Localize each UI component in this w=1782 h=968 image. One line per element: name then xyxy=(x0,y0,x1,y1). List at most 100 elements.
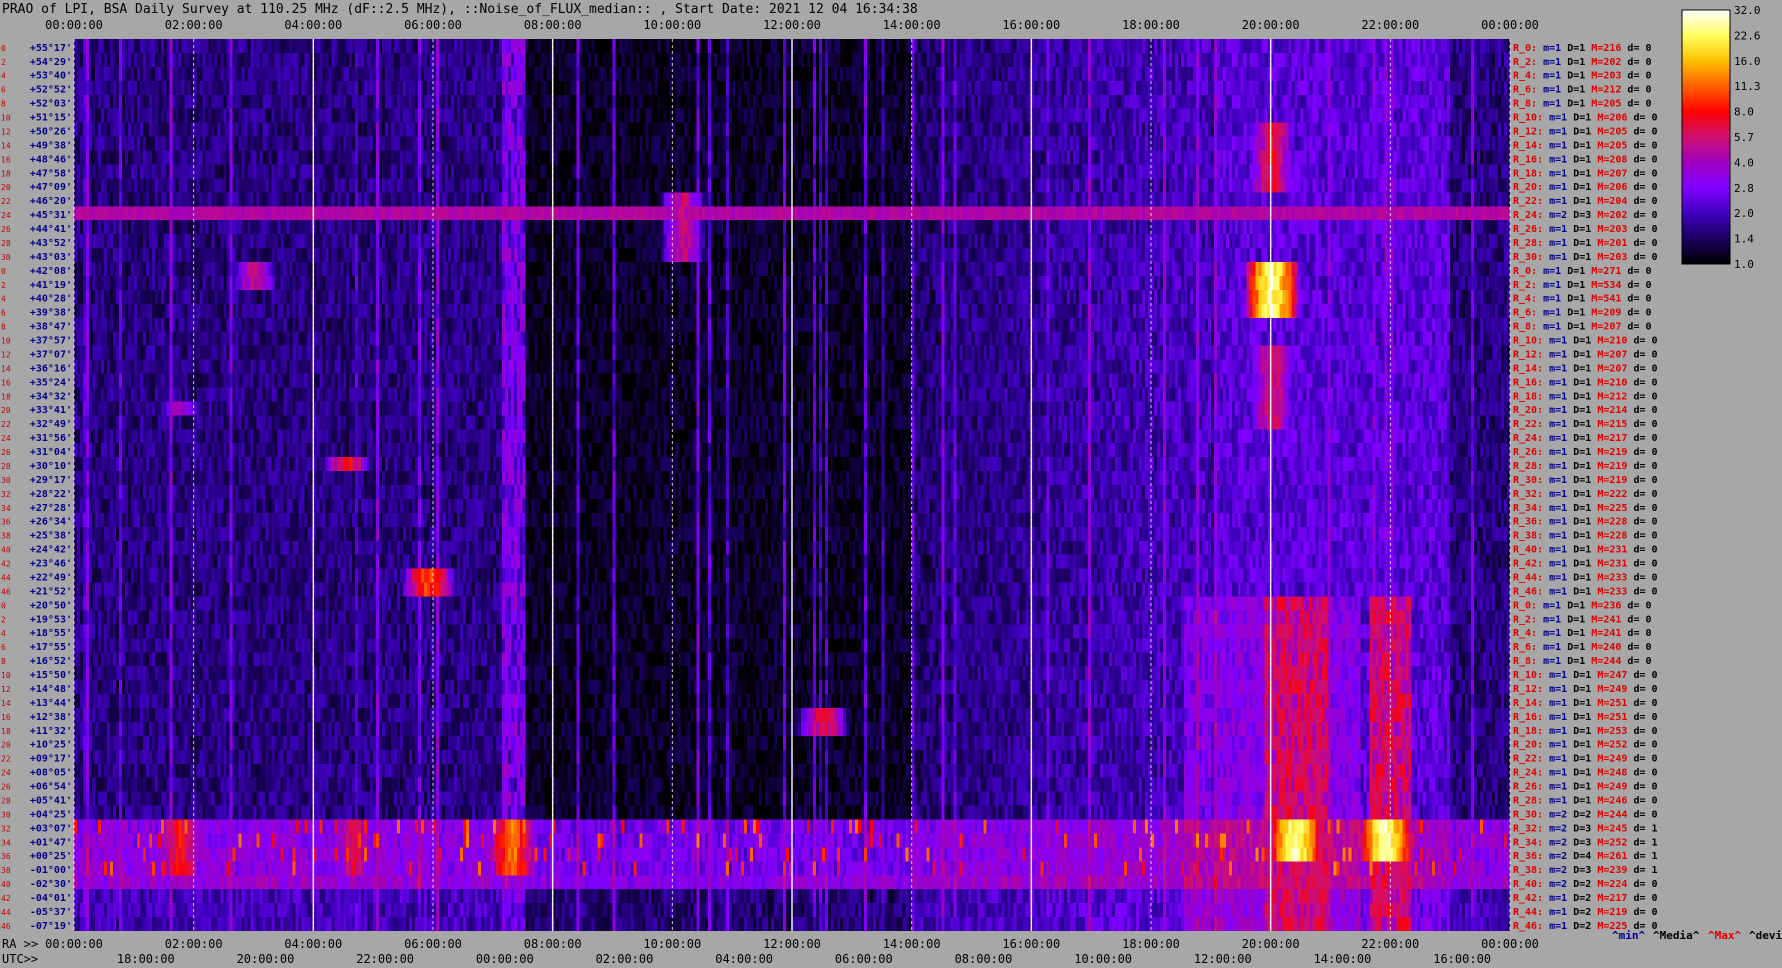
row-index-label: 12 xyxy=(1,350,11,359)
utc-tick-label: 02:00:00 xyxy=(596,952,654,966)
row-stat: R_4: m=1 D=1 M=541 d= 0 xyxy=(1513,294,1652,305)
ra-tick-label: 00:00:00 xyxy=(1481,937,1539,951)
row-index-label: 4 xyxy=(1,629,6,638)
row-index-label: 30 xyxy=(1,810,11,819)
declination-label: +39°38' xyxy=(30,308,72,319)
top-tick-label: 02:00:00 xyxy=(165,18,223,32)
row-index-label: 28 xyxy=(1,239,11,248)
declination-label: +27°28' xyxy=(30,503,72,514)
top-tick-label: 04:00:00 xyxy=(284,18,342,32)
top-tick-label: 10:00:00 xyxy=(643,18,701,32)
declination-label: +54°29' xyxy=(30,57,72,68)
declination-label: +33°41' xyxy=(30,405,72,416)
declination-label: +11°32' xyxy=(30,726,72,737)
declination-label: +53°40' xyxy=(30,71,72,82)
declination-label: +52°52' xyxy=(30,85,72,96)
declination-label: +22°49' xyxy=(30,572,72,583)
row-stat: R_14: m=1 D=1 M=207 d= 0 xyxy=(1513,363,1658,374)
ra-tick-label: 14:00:00 xyxy=(883,937,941,951)
row-stat: R_22: m=1 D=1 M=249 d= 0 xyxy=(1513,754,1658,765)
row-index-label: 40 xyxy=(1,880,11,889)
row-stat: R_24: m=1 D=1 M=217 d= 0 xyxy=(1513,433,1658,444)
bottom-utc-axis: 18:00:00 20:00:00 22:00:00 00:00:00 02:00:00… xyxy=(117,952,1491,966)
row-stat: R_20: m=1 D=1 M=214 d= 0 xyxy=(1513,405,1658,416)
row-index-label: 32 xyxy=(1,824,11,833)
row-stat: R_2: m=1 D=1 M=202 d= 0 xyxy=(1513,57,1652,68)
ra-tick-label: 22:00:00 xyxy=(1361,937,1419,951)
row-index-label: 44 xyxy=(1,908,11,917)
utc-axis-prefix: UTC>> xyxy=(2,952,39,966)
row-stat: R_6: m=1 D=1 M=240 d= 0 xyxy=(1513,642,1652,653)
declination-label: +03°07' xyxy=(30,823,72,834)
row-index-label: 20 xyxy=(1,183,11,192)
colorbar-label: 22.6 xyxy=(1734,29,1761,42)
declination-label: +45°31' xyxy=(30,210,72,221)
colorbar-label: 32.0 xyxy=(1734,4,1761,17)
top-tick-label: 20:00:00 xyxy=(1242,18,1300,32)
row-stat: R_40: m=1 D=1 M=231 d= 0 xyxy=(1513,545,1658,556)
row-stat: R_18: m=1 D=1 M=207 d= 0 xyxy=(1513,168,1658,179)
declination-label: -04°01' xyxy=(30,893,72,904)
row-index-label: 8 xyxy=(1,323,6,332)
row-index-label: 18 xyxy=(1,169,11,178)
row-stat: R_36: m=1 D=1 M=228 d= 0 xyxy=(1513,517,1658,528)
heatmap-chart: 00:00:00 02:00:00 04:00:00 06:00:00 08:00:00… xyxy=(1,4,1782,966)
declination-axis: 0 +55°17' 2 +54°29' 4 +53°40' 6 +52°52' 8 +52°03'… xyxy=(1,43,72,932)
row-stat: R_32: m=2 D=3 M=245 d= 1 xyxy=(1513,823,1658,834)
row-index-label: 8 xyxy=(1,657,6,666)
declination-label: -05°37' xyxy=(30,907,72,918)
colorbar-label: 2.8 xyxy=(1734,182,1754,195)
row-index-label: 36 xyxy=(1,852,11,861)
declination-label: +43°03' xyxy=(30,252,72,263)
row-index-label: 4 xyxy=(1,295,6,304)
row-index-label: 22 xyxy=(1,197,11,206)
row-index-label: 18 xyxy=(1,727,11,736)
declination-label: +01°47' xyxy=(30,837,72,848)
declination-label: +24°42' xyxy=(30,545,72,556)
row-stat: R_0: m=1 D=1 M=271 d= 0 xyxy=(1513,266,1652,277)
declination-label: +36°16' xyxy=(30,363,72,374)
row-index-label: 16 xyxy=(1,713,11,722)
declination-label: +46°20' xyxy=(30,196,72,207)
legend-item: ^min^ xyxy=(1612,929,1645,942)
colorbar-label: 8.0 xyxy=(1734,106,1754,119)
top-tick-label: 14:00:00 xyxy=(883,18,941,32)
row-index-label: 6 xyxy=(1,309,6,318)
utc-tick-label: 12:00:00 xyxy=(1194,952,1252,966)
top-tick-label: 08:00:00 xyxy=(524,18,582,32)
row-index-label: 14 xyxy=(1,364,11,373)
row-stat: R_42: m=1 D=1 M=231 d= 0 xyxy=(1513,559,1658,570)
row-stat: R_16: m=1 D=1 M=210 d= 0 xyxy=(1513,377,1658,388)
row-index-label: 4 xyxy=(1,72,6,81)
row-index-label: 20 xyxy=(1,741,11,750)
row-stat: R_18: m=1 D=1 M=253 d= 0 xyxy=(1513,726,1658,737)
declination-label: +12°38' xyxy=(30,712,72,723)
row-index-label: 0 xyxy=(1,601,6,610)
utc-tick-label: 06:00:00 xyxy=(835,952,893,966)
row-index-label: 6 xyxy=(1,643,6,652)
row-index-label: 26 xyxy=(1,783,11,792)
utc-tick-label: 14:00:00 xyxy=(1314,952,1372,966)
utc-tick-label: 20:00:00 xyxy=(237,952,295,966)
legend-item: ^Media^ xyxy=(1653,929,1700,942)
row-index-label: 26 xyxy=(1,225,11,234)
stats-legend: ^min^ ^Media^ ^Max^ ^devia^ xyxy=(1612,929,1782,942)
row-stat: R_24: m=1 D=1 M=248 d= 0 xyxy=(1513,768,1658,779)
row-index-label: 42 xyxy=(1,894,11,903)
row-index-label: 0 xyxy=(1,44,6,53)
top-tick-label: 18:00:00 xyxy=(1122,18,1180,32)
declination-label: -07°19' xyxy=(30,921,72,932)
declination-label: +32°49' xyxy=(30,419,72,430)
legend-item: ^devia^ xyxy=(1749,929,1782,942)
row-stat: R_28: m=1 D=1 M=219 d= 0 xyxy=(1513,461,1658,472)
row-index-label: 34 xyxy=(1,504,11,513)
row-stat: R_34: m=1 D=1 M=225 d= 0 xyxy=(1513,503,1658,514)
declination-label: +13°44' xyxy=(30,698,72,709)
row-stat: R_2: m=1 D=1 M=241 d= 0 xyxy=(1513,614,1652,625)
declination-label: -01°00' xyxy=(30,865,72,876)
row-index-label: 12 xyxy=(1,685,11,694)
row-stat: R_12: m=1 D=1 M=207 d= 0 xyxy=(1513,349,1658,360)
declination-label: +29°17' xyxy=(30,475,72,486)
declination-label: +49°38' xyxy=(30,140,72,151)
row-stat: R_16: m=1 D=1 M=208 d= 0 xyxy=(1513,154,1658,165)
